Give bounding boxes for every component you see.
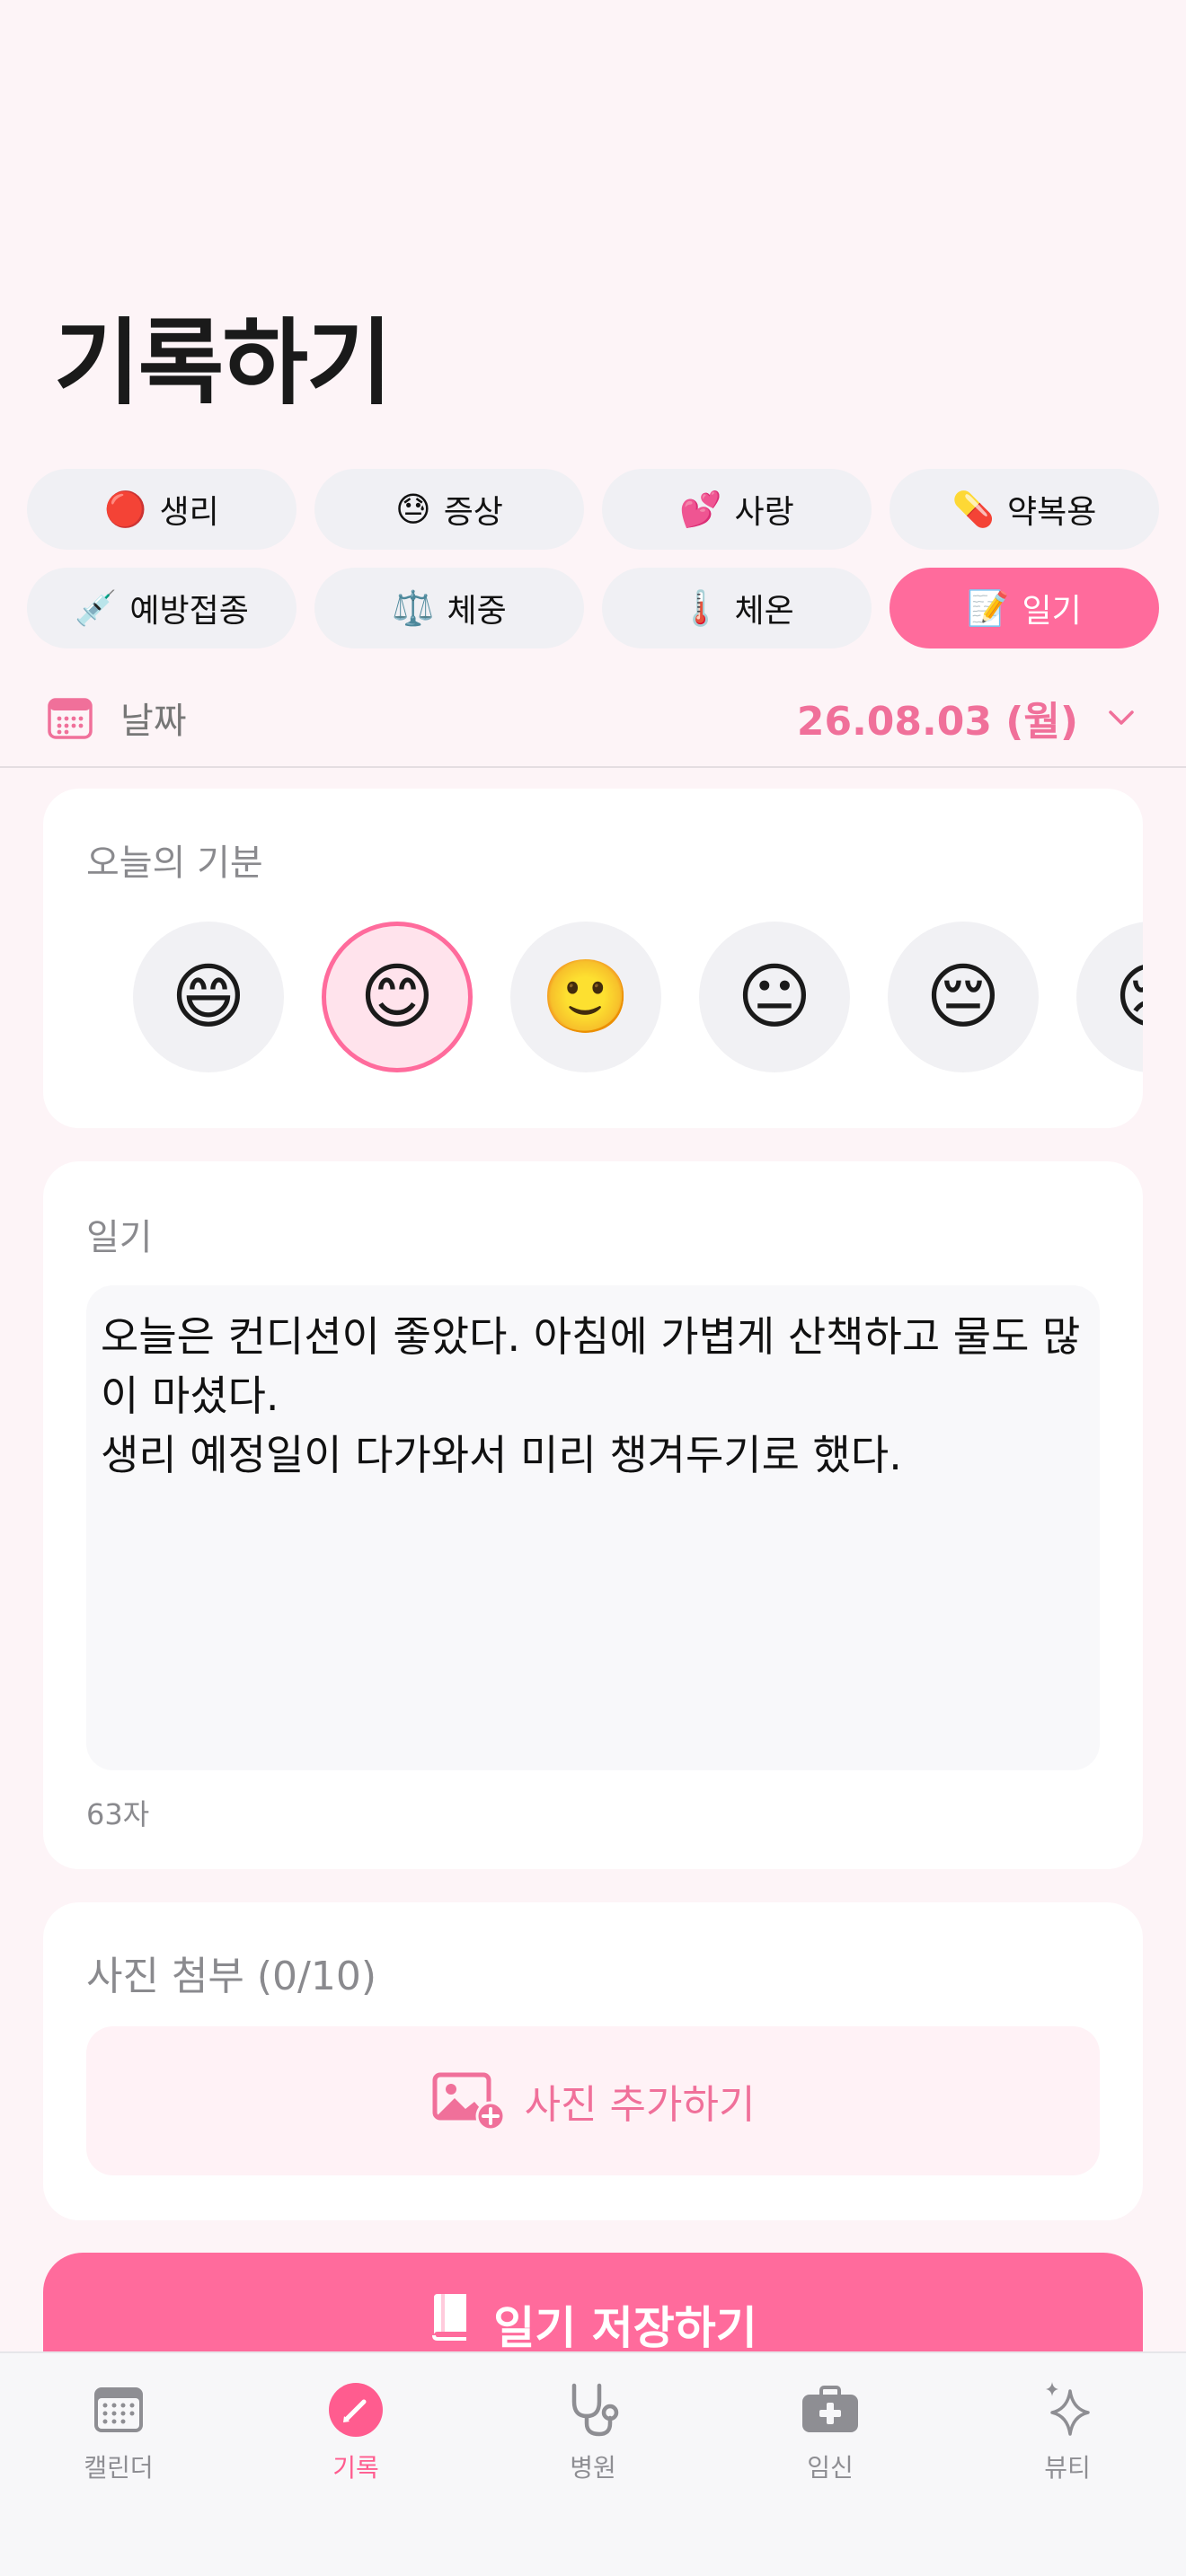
scale-icon: ⚖️ [392,588,435,628]
tab-label: 뷰티 [1044,2453,1091,2483]
mood-options[interactable]: 😄 😊 🙂 😐 😔 😢 [86,922,1143,1074]
date-label: 날짜 [120,701,187,742]
date-value[interactable]: 26.08.03 (월) [797,689,1078,746]
chip-period[interactable]: 🔴 생리 [27,469,296,550]
diary-card: 일기 오늘은 컨디션이 좋았다. 아침에 가볍게 산책하고 물도 많이 마셨다.… [43,1161,1143,1869]
mood-option-crying[interactable]: 😢 [1076,922,1143,1072]
medical-kit-icon [802,2386,858,2432]
tab-hospital[interactable]: 병원 [474,2353,712,2576]
mood-option-grinning[interactable]: 😄 [133,922,284,1072]
calendar-icon [94,2387,143,2432]
add-photo-button[interactable]: 사진 추가하기 [86,2026,1100,2175]
memo-icon: 📝 [967,588,1010,628]
sweat-face-icon: 😓 [395,490,431,529]
red-circle-icon: 🔴 [104,490,147,529]
chip-label: 약복용 [1006,494,1097,531]
category-chips: 🔴 생리 😓 증상 💕 사랑 💊 약복용 💉 예방접종 ⚖️ 체중 🌡️ 체온 📝 일기 [27,469,1159,666]
chip-label: 증상 [443,494,503,531]
pill-icon: 💊 [951,490,995,529]
mood-option-smiling[interactable]: 😊 [322,922,473,1072]
chip-label: 일기 [1022,593,1082,630]
record-screen: 기록하기 🔴 생리 😓 증상 💕 사랑 💊 약복용 💉 예방접종 ⚖️ 체중 🌡️ 체온 📝 일… [0,0,1186,2576]
chip-weight[interactable]: ⚖️ 체중 [314,568,584,648]
tab-label: 임신 [807,2453,854,2483]
thermometer-icon: 🌡️ [679,588,722,628]
chevron-down-icon[interactable] [1102,698,1141,737]
diary-textarea[interactable]: 오늘은 컨디션이 좋았다. 아침에 가볍게 산책하고 물도 많이 마셨다. 생리 … [86,1285,1100,1770]
chip-vaccination[interactable]: 💉 예방접종 [27,568,296,648]
diary-label: 일기 [86,1217,153,1258]
diary-text: 오늘은 컨디션이 좋았다. 아침에 가볍게 산책하고 물도 많이 마셨다. 생리 … [101,1312,1081,1479]
chip-label: 체온 [734,593,794,630]
hearts-icon: 💕 [679,490,722,529]
chip-label: 사랑 [734,494,794,531]
chip-temperature[interactable]: 🌡️ 체온 [602,568,872,648]
stethoscope-icon [571,2383,619,2437]
tab-beauty[interactable]: 뷰티 [949,2353,1186,2576]
add-image-icon [432,2072,506,2130]
calendar-icon [48,698,93,739]
mood-label: 오늘의 기분 [86,842,263,884]
chip-label: 체중 [447,593,507,630]
page-title: 기록하기 [54,308,393,418]
book-icon [432,2294,467,2341]
tab-pregnancy[interactable]: 임신 [712,2353,949,2576]
add-photo-label: 사진 추가하기 [524,2082,756,2128]
chip-label: 예방접종 [129,593,249,630]
mood-option-pensive[interactable]: 😔 [888,922,1039,1072]
syringe-icon: 💉 [75,588,118,628]
chip-symptom[interactable]: 😓 증상 [314,469,584,550]
mood-card: 오늘의 기분 😄 😊 🙂 😐 😔 😢 [43,789,1143,1128]
sparkle-icon [1046,2382,1090,2436]
tab-label: 병원 [570,2453,616,2483]
pencil-icon [329,2383,383,2437]
character-counter: 63자 [86,1797,150,1831]
chip-love[interactable]: 💕 사랑 [602,469,872,550]
bottom-tab-bar: 캘린더 기록 병원 임신 뷰티 [0,2351,1186,2576]
tab-label: 캘린더 [84,2453,154,2483]
chip-medication[interactable]: 💊 약복용 [890,469,1159,550]
chip-diary[interactable]: 📝 일기 [890,568,1159,648]
mood-option-slight-smile[interactable]: 🙂 [510,922,661,1072]
tab-calendar[interactable]: 캘린더 [0,2353,237,2576]
save-diary-label: 일기 저장하기 [493,2302,757,2354]
chip-label: 생리 [159,494,219,531]
date-selector[interactable]: 날짜 26.08.03 (월) [0,669,1186,768]
photo-card: 사진 첨부 (0/10) 사진 추가하기 [43,1902,1143,2220]
tab-record[interactable]: 기록 [237,2353,474,2576]
mood-option-neutral[interactable]: 😐 [699,922,850,1072]
photo-label: 사진 첨부 (0/10) [86,1954,377,1999]
tab-label: 기록 [332,2453,379,2483]
